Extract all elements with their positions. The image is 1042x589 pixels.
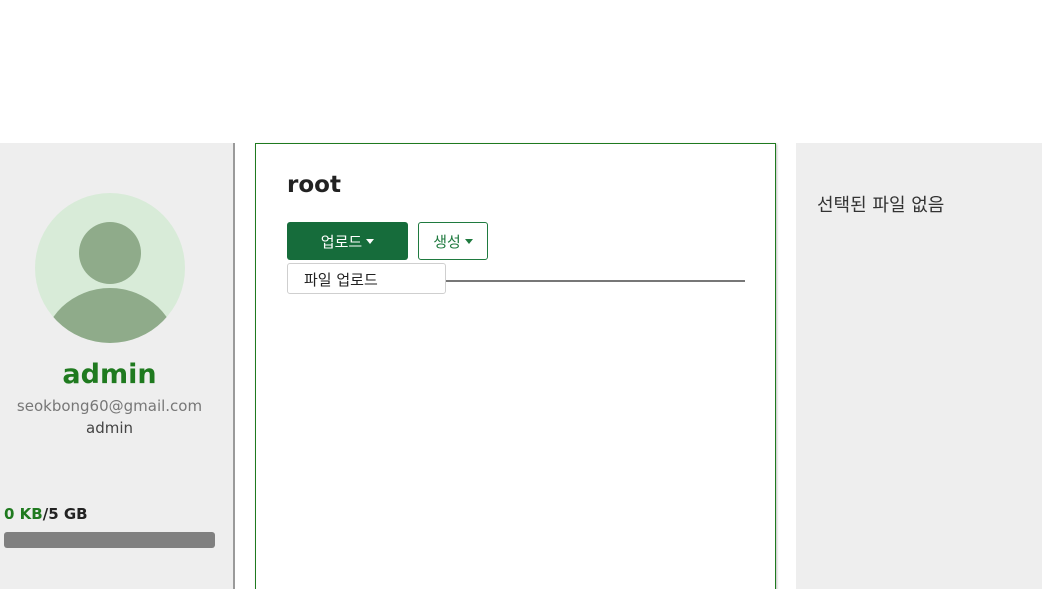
storage-usage-text: 0 KB/5 GB: [4, 505, 88, 523]
storage-used: 0 KB: [4, 505, 43, 523]
profile-email: seokbong60@gmail.com: [16, 397, 203, 415]
create-button-label: 생성: [433, 232, 461, 251]
profile-panel: admin seokbong60@gmail.com admin 0 KB/5 …: [0, 143, 235, 589]
caret-down-icon: [464, 238, 473, 244]
upload-button[interactable]: 업로드: [287, 222, 408, 260]
upload-button-label: 업로드: [320, 232, 363, 251]
profile-name: admin: [62, 359, 157, 390]
caret-down-icon: [366, 238, 375, 244]
menu-item-file-upload[interactable]: 파일 업로드: [304, 269, 378, 290]
profile-role: admin: [86, 419, 133, 437]
file-browser-panel: root 업로드 생성 파일 업로드: [255, 143, 776, 589]
folder-title: root: [287, 172, 341, 198]
details-panel: 선택된 파일 없음: [796, 143, 1042, 589]
upload-dropdown-menu: 파일 업로드: [287, 263, 446, 294]
storage-total: /5 GB: [42, 505, 88, 523]
page: admin seokbong60@gmail.com admin 0 KB/5 …: [0, 0, 1042, 589]
create-button[interactable]: 생성: [418, 222, 488, 260]
no-selection-text: 선택된 파일 없음: [817, 195, 945, 216]
user-avatar-icon: [35, 193, 185, 343]
storage-progress-bar: [4, 532, 215, 548]
